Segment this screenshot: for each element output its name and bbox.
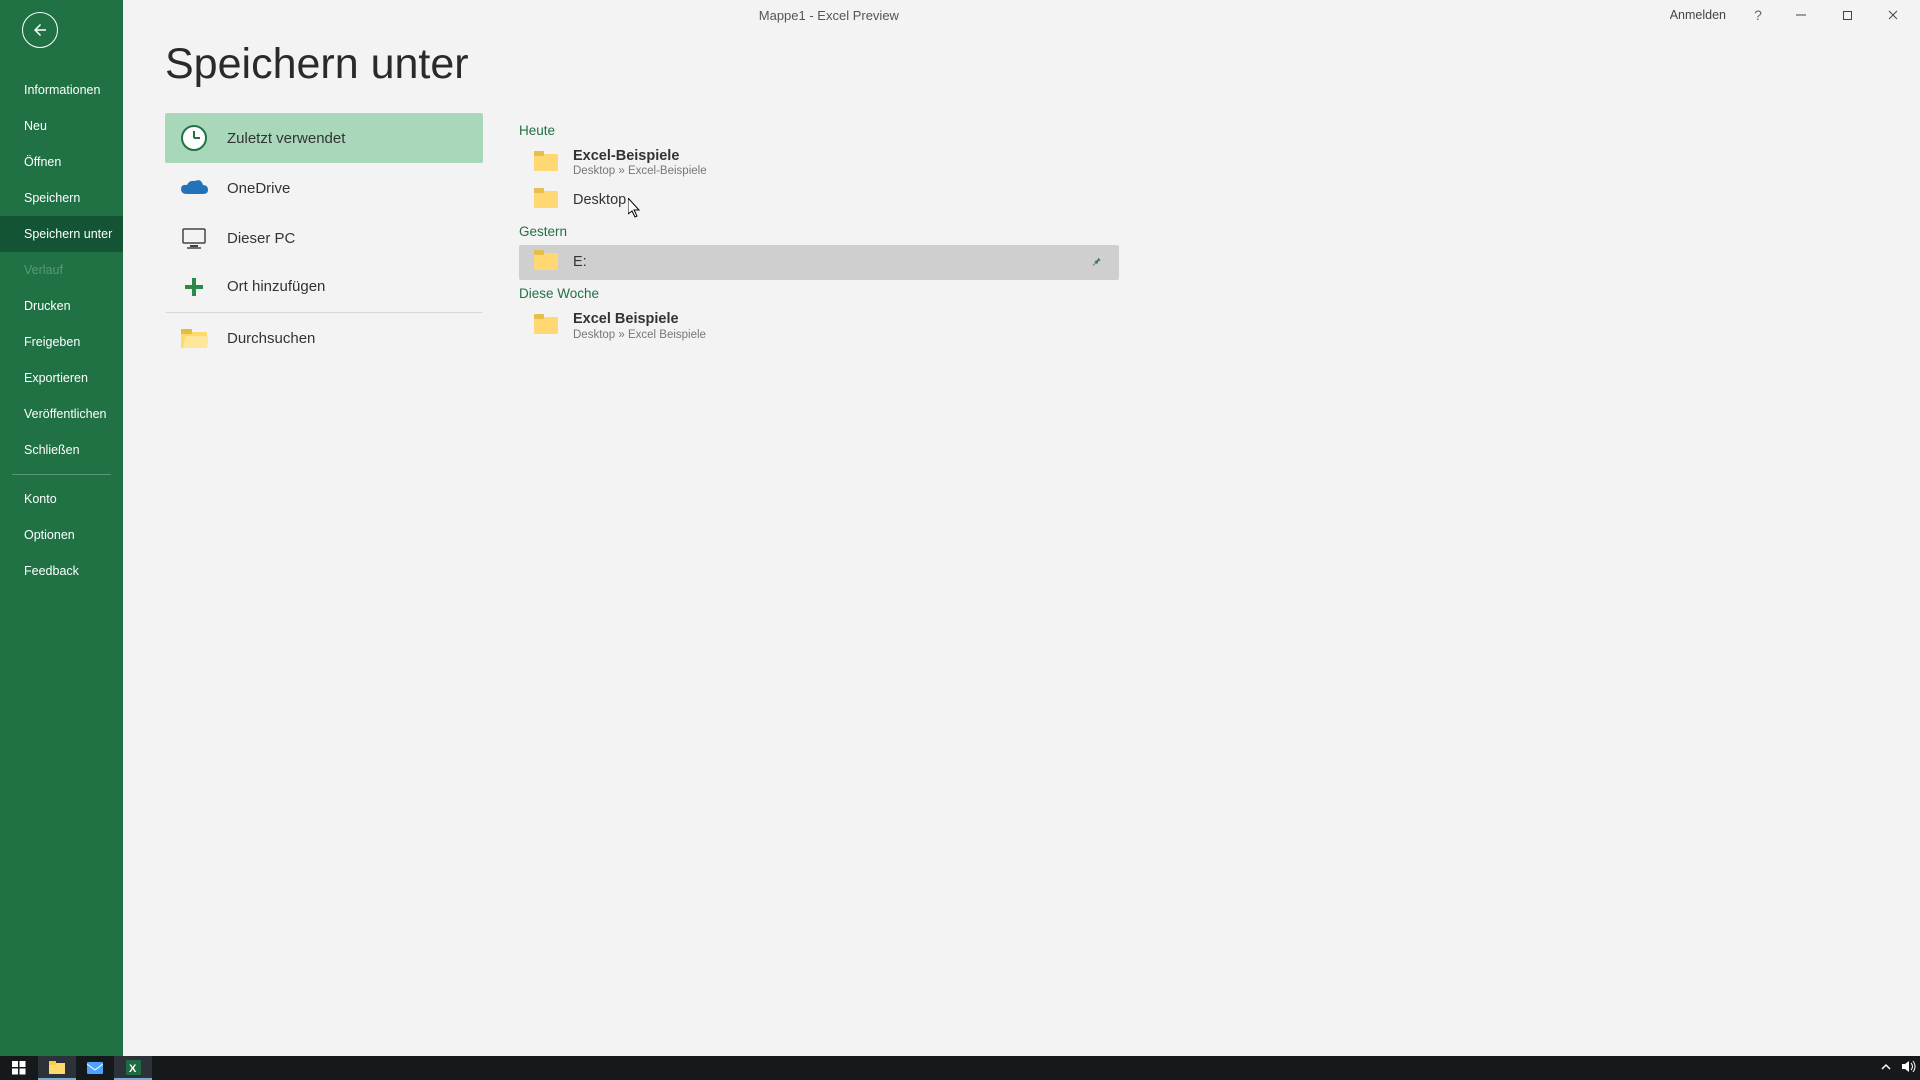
nav-item-info[interactable]: Informationen [0, 72, 123, 108]
recent-item-name: Excel-Beispiele [573, 148, 1076, 165]
nav-item-share[interactable]: Freigeben [0, 324, 123, 360]
recent-item-name: Desktop [573, 192, 1076, 209]
recent-item-texts: Excel-BeispieleDesktop » Excel-Beispiele [573, 148, 1076, 179]
recent-folder-item[interactable]: E: [519, 245, 1119, 280]
taskbar-mail[interactable] [76, 1056, 114, 1080]
location-label: Ort hinzufügen [227, 278, 325, 295]
nav-item-saveas[interactable]: Speichern unter [0, 216, 123, 252]
recent-folder-item[interactable]: Desktop [519, 183, 1119, 218]
nav-item-publish[interactable]: Veröffentlichen [0, 396, 123, 432]
recent-folder-item[interactable]: Excel-BeispieleDesktop » Excel-Beispiele [519, 144, 1119, 183]
recent-folder-item[interactable]: Excel BeispieleDesktop » Excel Beispiele [519, 307, 1119, 346]
location-onedrive[interactable]: OneDrive [165, 163, 483, 213]
pin-icon[interactable] [1090, 255, 1109, 271]
recent-icon [179, 123, 209, 153]
recent-group-label: Diese Woche [519, 286, 1119, 301]
recent-item-texts: Desktop [573, 192, 1076, 209]
nav-item-print[interactable]: Drucken [0, 288, 123, 324]
maximize-button[interactable] [1824, 0, 1870, 30]
thispc-icon [179, 223, 209, 253]
location-recent[interactable]: Zuletzt verwendet [165, 113, 483, 163]
taskbar-excel[interactable]: X [114, 1056, 152, 1080]
taskbar: X [0, 1056, 1920, 1080]
start-button[interactable] [0, 1056, 38, 1080]
nav-divider [12, 474, 111, 475]
location-thispc[interactable]: Dieser PC [165, 213, 483, 263]
folder-icon [533, 150, 559, 177]
recent-item-name: E: [573, 254, 1076, 271]
nav-item-account[interactable]: Konto [0, 481, 123, 517]
nav-item-close[interactable]: Schließen [0, 432, 123, 468]
location-label: Durchsuchen [227, 330, 315, 347]
tray [1881, 1056, 1916, 1080]
svg-text:X: X [129, 1063, 137, 1075]
nav-item-history: Verlauf [0, 252, 123, 288]
folder-icon [533, 249, 559, 276]
recent-column: Heute Excel-BeispieleDesktop » Excel-Beis… [519, 113, 1119, 363]
locations-column: Zuletzt verwendet OneDrive Dieser PC Ort hi… [165, 113, 483, 363]
titlebar: Mappe1 - Excel Preview Anmelden ? [0, 0, 1920, 30]
nav-item-open[interactable]: Öffnen [0, 144, 123, 180]
app-window: Mappe1 - Excel Preview Anmelden ? Inform… [0, 0, 1920, 1056]
nav-item-export[interactable]: Exportieren [0, 360, 123, 396]
onedrive-icon [179, 173, 209, 203]
help-button[interactable]: ? [1738, 0, 1778, 30]
location-addplace[interactable]: Ort hinzufügen [165, 263, 483, 313]
location-label: Dieser PC [227, 230, 295, 247]
browse-icon [179, 323, 209, 353]
recent-item-texts: E: [573, 254, 1076, 271]
recent-group-label: Gestern [519, 224, 1119, 239]
page-title: Speichern unter [165, 40, 1880, 89]
addplace-icon [179, 272, 209, 302]
close-button[interactable] [1870, 0, 1916, 30]
folder-icon [533, 313, 559, 340]
minimize-button[interactable] [1778, 0, 1824, 30]
titlebar-controls: Anmelden ? [1658, 0, 1916, 30]
backstage-main: Speichern unter Zuletzt verwendet OneDriv… [123, 0, 1920, 1056]
location-browse[interactable]: Durchsuchen [165, 313, 483, 363]
location-label: Zuletzt verwendet [227, 130, 345, 147]
nav-item-options[interactable]: Optionen [0, 517, 123, 553]
taskbar-explorer[interactable] [38, 1056, 76, 1080]
columns: Zuletzt verwendet OneDrive Dieser PC Ort hi… [165, 113, 1880, 363]
backstage-sidebar: InformationenNeuÖffnenSpeichernSpeichern… [0, 0, 123, 1056]
nav-main: InformationenNeuÖffnenSpeichernSpeichern… [0, 72, 123, 468]
nav-item-save[interactable]: Speichern [0, 180, 123, 216]
nav-item-feedback[interactable]: Feedback [0, 553, 123, 589]
recent-item-path: Desktop » Excel Beispiele [573, 329, 1076, 343]
tray-volume-icon[interactable] [1901, 1060, 1916, 1076]
location-label: OneDrive [227, 180, 290, 197]
recent-item-name: Excel Beispiele [573, 311, 1076, 328]
signin-link[interactable]: Anmelden [1658, 4, 1738, 26]
recent-group-label: Heute [519, 123, 1119, 138]
nav-item-new[interactable]: Neu [0, 108, 123, 144]
window-title: Mappe1 - Excel Preview [0, 8, 1658, 23]
nav-footer: KontoOptionenFeedback [0, 481, 123, 589]
recent-item-texts: Excel BeispieleDesktop » Excel Beispiele [573, 311, 1076, 342]
recent-item-path: Desktop » Excel-Beispiele [573, 165, 1076, 179]
tray-chevron-icon[interactable] [1881, 1061, 1891, 1075]
folder-icon [533, 187, 559, 214]
